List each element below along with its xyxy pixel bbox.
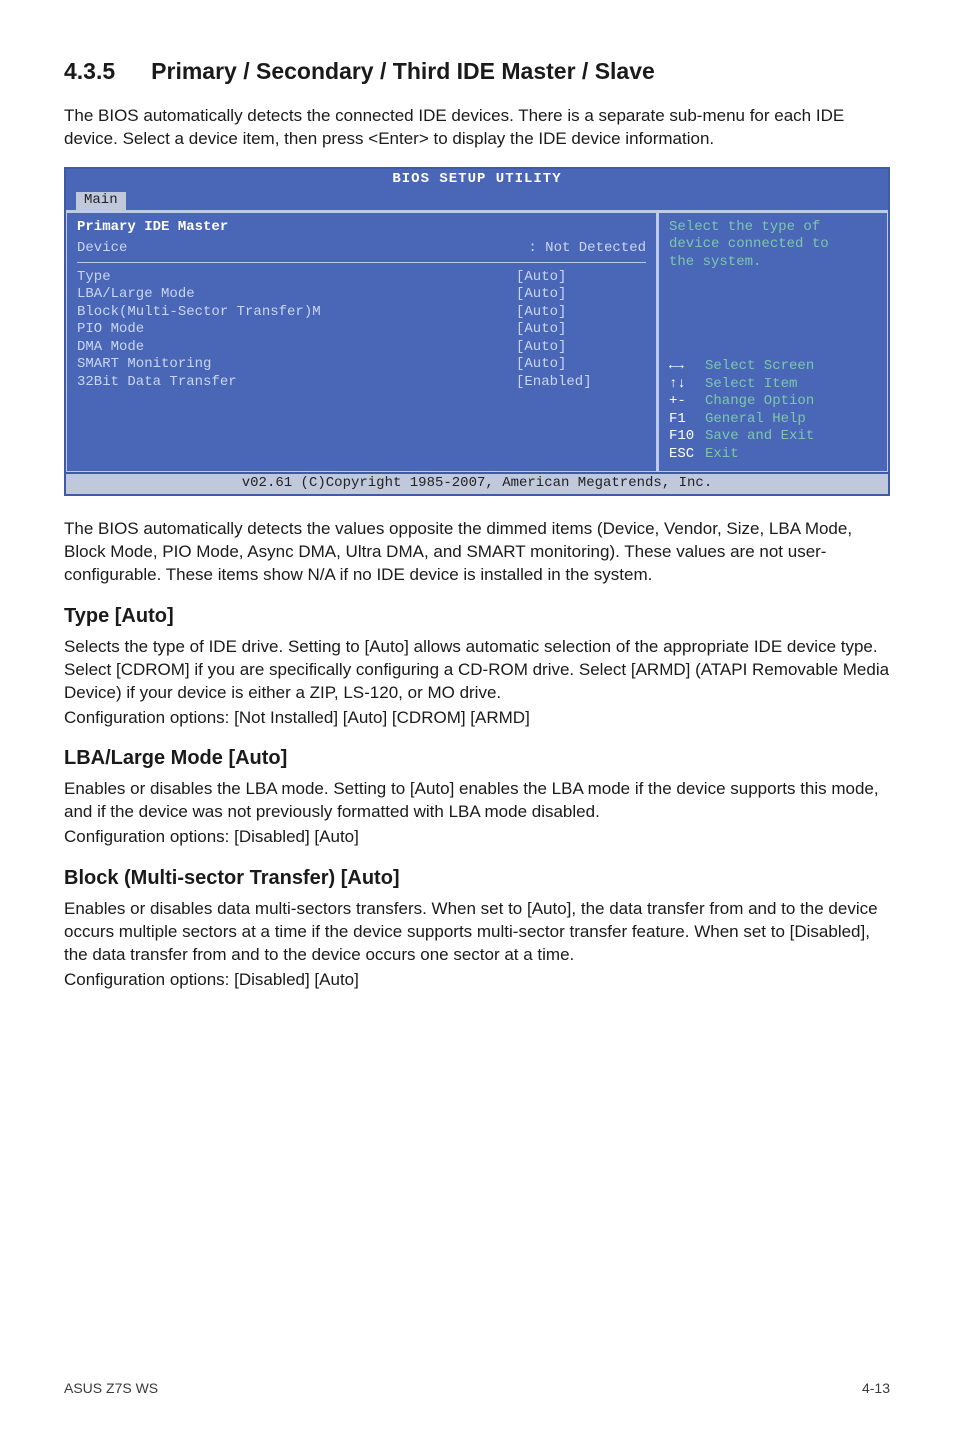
bios-setting-value: [Auto] xyxy=(516,356,646,374)
bios-screenshot: BIOS SETUP UTILITY Main Primary IDE Mast… xyxy=(64,167,890,496)
bios-help-text: the system. xyxy=(669,254,877,272)
bios-setting-row: LBA/Large Mode [Auto] xyxy=(77,286,646,304)
bios-setting-value: [Auto] xyxy=(516,304,646,322)
bios-setting-value: [Enabled] xyxy=(516,374,646,392)
after-bios-paragraph: The BIOS automatically detects the value… xyxy=(64,518,890,587)
bios-device-value: : Not Detected xyxy=(528,240,646,258)
section-heading: Primary / Secondary / Third IDE Master /… xyxy=(151,56,655,87)
block-heading: Block (Multi-sector Transfer) [Auto] xyxy=(64,865,890,892)
bios-footer: v02.61 (C)Copyright 1985-2007, American … xyxy=(66,474,888,494)
bios-setting-row: SMART Monitoring [Auto] xyxy=(77,356,646,374)
bios-help-text: device connected to xyxy=(669,236,877,254)
bios-setting-label: LBA/Large Mode xyxy=(77,286,516,304)
type-body: Selects the type of IDE drive. Setting t… xyxy=(64,636,890,705)
bios-device-row: Device : Not Detected xyxy=(77,240,646,258)
intro-paragraph: The BIOS automatically detects the conne… xyxy=(64,105,890,151)
bios-utility-title: BIOS SETUP UTILITY xyxy=(66,169,888,193)
bios-key-text: Select Screen xyxy=(705,358,814,376)
bios-tab-row: Main xyxy=(66,192,888,210)
section-title: 4.3.5 Primary / Secondary / Third IDE Ma… xyxy=(64,56,890,87)
bios-setting-row: 32Bit Data Transfer [Enabled] xyxy=(77,374,646,392)
bios-device-label: Device xyxy=(77,240,528,258)
footer-left: ASUS Z7S WS xyxy=(64,1379,158,1398)
esc-key-icon: ESC xyxy=(669,446,705,464)
f10-key-icon: F10 xyxy=(669,428,705,446)
bios-key-line: F10 Save and Exit xyxy=(669,428,877,446)
bios-help-panel: Select the type of device connected to t… xyxy=(658,212,888,473)
bios-setting-row: Type [Auto] xyxy=(77,269,646,287)
bios-key-text: Save and Exit xyxy=(705,428,814,446)
type-options: Configuration options: [Not Installed] [… xyxy=(64,707,890,730)
bios-key-line: ←→ Select Screen xyxy=(669,358,877,376)
bios-panel-title: Primary IDE Master xyxy=(77,219,646,241)
bios-left-panel: Primary IDE Master Device : Not Detected… xyxy=(66,212,658,473)
block-body: Enables or disables data multi-sectors t… xyxy=(64,898,890,967)
bios-setting-label: Type xyxy=(77,269,516,287)
bios-setting-label: 32Bit Data Transfer xyxy=(77,374,516,392)
bios-setting-label: DMA Mode xyxy=(77,339,516,357)
bios-key-text: Select Item xyxy=(705,376,797,394)
footer-right: 4-13 xyxy=(862,1379,890,1398)
type-heading: Type [Auto] xyxy=(64,603,890,630)
block-options: Configuration options: [Disabled] [Auto] xyxy=(64,969,890,992)
plus-minus-icon: +- xyxy=(669,393,705,411)
bios-setting-value: [Auto] xyxy=(516,269,646,287)
lba-options: Configuration options: [Disabled] [Auto] xyxy=(64,826,890,849)
f1-key-icon: F1 xyxy=(669,411,705,429)
bios-tab-main: Main xyxy=(76,192,126,210)
arrow-up-down-icon: ↑↓ xyxy=(669,376,705,394)
bios-key-text: General Help xyxy=(705,411,806,429)
bios-help-text: Select the type of xyxy=(669,219,877,237)
bios-key-line: ↑↓ Select Item xyxy=(669,376,877,394)
bios-setting-value: [Auto] xyxy=(516,321,646,339)
bios-setting-row: Block(Multi-Sector Transfer)M [Auto] xyxy=(77,304,646,322)
page-footer: ASUS Z7S WS 4-13 xyxy=(64,1379,890,1398)
bios-setting-value: [Auto] xyxy=(516,286,646,304)
bios-key-text: Exit xyxy=(705,446,739,464)
bios-setting-label: SMART Monitoring xyxy=(77,356,516,374)
section-number: 4.3.5 xyxy=(64,56,115,87)
bios-setting-label: PIO Mode xyxy=(77,321,516,339)
bios-key-help: ←→ Select Screen ↑↓ Select Item +- Chang… xyxy=(669,358,877,463)
bios-setting-value: [Auto] xyxy=(516,339,646,357)
bios-setting-row: DMA Mode [Auto] xyxy=(77,339,646,357)
bios-body: Primary IDE Master Device : Not Detected… xyxy=(66,210,888,475)
bios-setting-row: PIO Mode [Auto] xyxy=(77,321,646,339)
bios-setting-label: Block(Multi-Sector Transfer)M xyxy=(77,304,516,322)
bios-key-line: F1 General Help xyxy=(669,411,877,429)
bios-key-line: ESC Exit xyxy=(669,446,877,464)
lba-heading: LBA/Large Mode [Auto] xyxy=(64,745,890,772)
lba-body: Enables or disables the LBA mode. Settin… xyxy=(64,778,890,824)
bios-key-text: Change Option xyxy=(705,393,814,411)
arrow-left-right-icon: ←→ xyxy=(669,358,705,376)
bios-key-line: +- Change Option xyxy=(669,393,877,411)
bios-divider xyxy=(77,262,646,263)
